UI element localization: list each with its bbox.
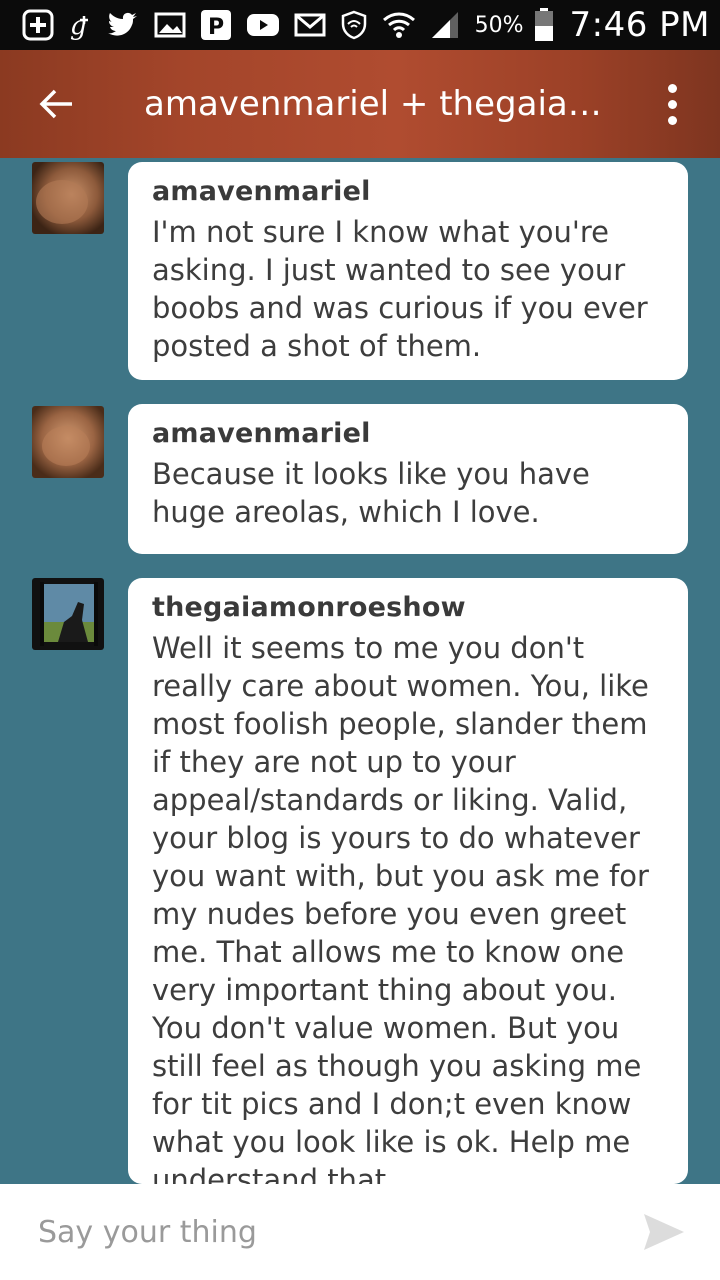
- message-text: I'm not sure I know what you're asking. …: [152, 215, 648, 363]
- avatar[interactable]: [32, 578, 104, 650]
- back-arrow-icon: [39, 89, 72, 119]
- back-button[interactable]: [16, 64, 96, 144]
- pandora-icon: P: [200, 8, 232, 42]
- overflow-menu-dot: [667, 99, 677, 109]
- message-sender[interactable]: thegaiamonroeshow: [152, 592, 668, 623]
- send-button[interactable]: [642, 1212, 686, 1252]
- message-list[interactable]: amavenmariel I'm not sure I know what yo…: [0, 158, 720, 1184]
- twitter-icon: [106, 8, 140, 42]
- message-text: Well it seems to me you don't really car…: [152, 631, 649, 1184]
- overflow-menu-button[interactable]: [648, 76, 696, 132]
- plus-icon: [22, 8, 54, 42]
- conversation-header: amavenmariel + thegaiamonroeshow: [0, 50, 720, 158]
- svg-text:g: g: [70, 11, 87, 40]
- message-bubble: amavenmariel I'm not sure I know what yo…: [128, 162, 688, 380]
- gplus-icon: g: [68, 8, 92, 42]
- avatar[interactable]: [32, 162, 104, 234]
- conversation-title: amavenmariel + thegaiamonroeshow: [144, 84, 614, 124]
- svg-text:P: P: [208, 15, 224, 40]
- overflow-menu-icon: [667, 83, 677, 93]
- battery-percent: 50%: [474, 12, 524, 38]
- wifi-icon: [382, 8, 416, 42]
- message-text: Because it looks like you have huge areo…: [152, 457, 590, 529]
- status-bar: g P 50% 7:46 PM: [0, 0, 720, 50]
- message-input[interactable]: [36, 1213, 600, 1251]
- gmail-icon: [294, 8, 326, 42]
- battery-icon: [534, 8, 554, 42]
- message-sender[interactable]: amavenmariel: [152, 176, 668, 207]
- avatar[interactable]: [32, 406, 104, 478]
- signal-icon: [430, 8, 460, 42]
- shield-wifi-icon: [340, 8, 368, 42]
- message-bubble: amavenmariel Because it looks like you h…: [128, 404, 688, 554]
- overflow-menu-dot: [667, 115, 677, 125]
- notification-icons: g P: [22, 8, 460, 42]
- send-icon: [644, 1214, 684, 1250]
- gallery-icon: [154, 8, 186, 42]
- message-sender[interactable]: amavenmariel: [152, 418, 668, 449]
- clock: 7:46 PM: [569, 5, 710, 45]
- message-bubble: thegaiamonroeshow Well it seems to me yo…: [128, 578, 688, 1184]
- message-composer: [0, 1184, 720, 1280]
- youtube-icon: [246, 8, 280, 42]
